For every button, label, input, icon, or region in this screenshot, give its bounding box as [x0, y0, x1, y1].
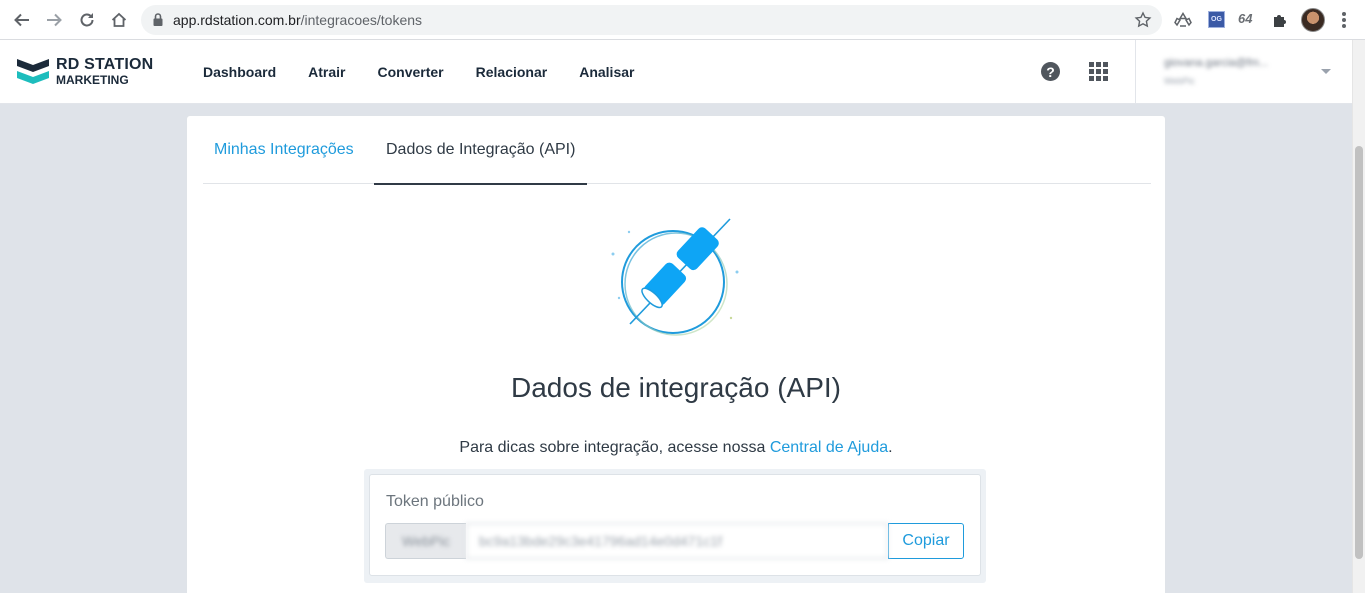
og-extension-button[interactable]: OG — [1208, 11, 1225, 28]
kebab-dot-icon — [1342, 18, 1346, 22]
main-navigation: Dashboard Atrair Converter Relacionar An… — [203, 40, 666, 104]
star-icon[interactable] — [1134, 11, 1152, 29]
user-account: WebPic — [1164, 76, 1195, 86]
integration-card: Minhas Integrações Dados de Integração (… — [186, 115, 1166, 593]
page-title: Dados de integração (API) — [511, 372, 841, 403]
kebab-dot-icon — [1342, 12, 1346, 16]
forward-button[interactable] — [42, 8, 66, 32]
url-text: app.rdstation.com.br/integracoes/tokens — [173, 12, 422, 28]
url-path: /integracoes/tokens — [300, 12, 423, 28]
nav-relacionar[interactable]: Relacionar — [476, 64, 548, 80]
nav-atrair[interactable]: Atrair — [308, 64, 345, 80]
logo-text: RD STATION MARKETING — [56, 56, 154, 87]
browser-menu-button[interactable] — [1338, 10, 1350, 30]
extensions-button[interactable] — [1269, 9, 1291, 31]
arrow-right-icon — [47, 13, 62, 27]
nav-analisar[interactable]: Analisar — [579, 64, 634, 80]
home-icon — [111, 12, 127, 27]
reload-icon — [80, 13, 94, 27]
user-email: giovana.garcia@fm... — [1164, 57, 1269, 69]
extension-64-button[interactable]: 64 — [1238, 11, 1252, 26]
help-text-prefix: Para dicas sobre integração, acesse noss… — [459, 439, 770, 456]
scrollbar-thumb[interactable] — [1355, 146, 1363, 559]
public-token-box: Token público WebPic Copiar — [369, 474, 981, 576]
token-prefix-text: WebPic — [402, 533, 450, 549]
help-center-link[interactable]: Central de Ajuda — [770, 439, 888, 456]
page-scrollbar[interactable] — [1352, 40, 1365, 593]
help-text-suffix: . — [888, 439, 893, 456]
arrow-left-icon — [14, 13, 29, 27]
help-text: Para dicas sobre integração, acesse noss… — [187, 439, 1165, 457]
rd-station-logo[interactable]: RD STATION MARKETING — [16, 56, 166, 90]
user-menu[interactable]: giovana.garcia@fm... WebPic — [1135, 40, 1352, 104]
nav-dashboard[interactable]: Dashboard — [203, 64, 276, 80]
tab-dados-integracao[interactable]: Dados de Integração (API) — [374, 116, 588, 185]
copy-token-button[interactable]: Copiar — [888, 523, 964, 559]
puzzle-icon — [1274, 15, 1286, 27]
address-bar[interactable]: app.rdstation.com.br/integracoes/tokens — [141, 5, 1162, 35]
recycle-icon — [1174, 12, 1192, 27]
recycle-extension-button[interactable] — [1172, 9, 1194, 31]
logo-line-2: MARKETING — [56, 73, 129, 87]
token-panel: Token público WebPic Copiar — [364, 469, 986, 583]
grid-icon[interactable] — [1089, 62, 1108, 81]
token-prefix-addon: WebPic — [385, 523, 466, 559]
url-host: app.rdstation.com.br — [173, 12, 301, 28]
plug-connection-icon — [611, 218, 739, 336]
kebab-dot-icon — [1342, 24, 1346, 28]
token-input-group: WebPic Copiar — [385, 523, 965, 559]
reload-button[interactable] — [75, 8, 99, 32]
public-token-input[interactable] — [466, 523, 888, 559]
app-header: RD STATION MARKETING Dashboard Atrair Co… — [0, 40, 1352, 104]
browser-toolbar: app.rdstation.com.br/integracoes/tokens … — [0, 0, 1365, 40]
profile-avatar[interactable] — [1301, 8, 1325, 32]
tab-minhas-integracoes[interactable]: Minhas Integrações — [202, 116, 366, 184]
back-button[interactable] — [10, 8, 34, 32]
lock-icon — [153, 13, 163, 26]
token-label: Token público — [386, 493, 484, 510]
home-button[interactable] — [107, 8, 131, 32]
chevron-down-icon — [1321, 69, 1331, 74]
integration-tabs: Minhas Integrações Dados de Integração (… — [202, 116, 1151, 185]
rd-logo-mark-icon — [17, 59, 49, 84]
nav-converter[interactable]: Converter — [377, 64, 443, 80]
logo-line-1: RD STATION — [56, 56, 154, 73]
question-circle-icon[interactable]: ? — [1041, 62, 1060, 81]
